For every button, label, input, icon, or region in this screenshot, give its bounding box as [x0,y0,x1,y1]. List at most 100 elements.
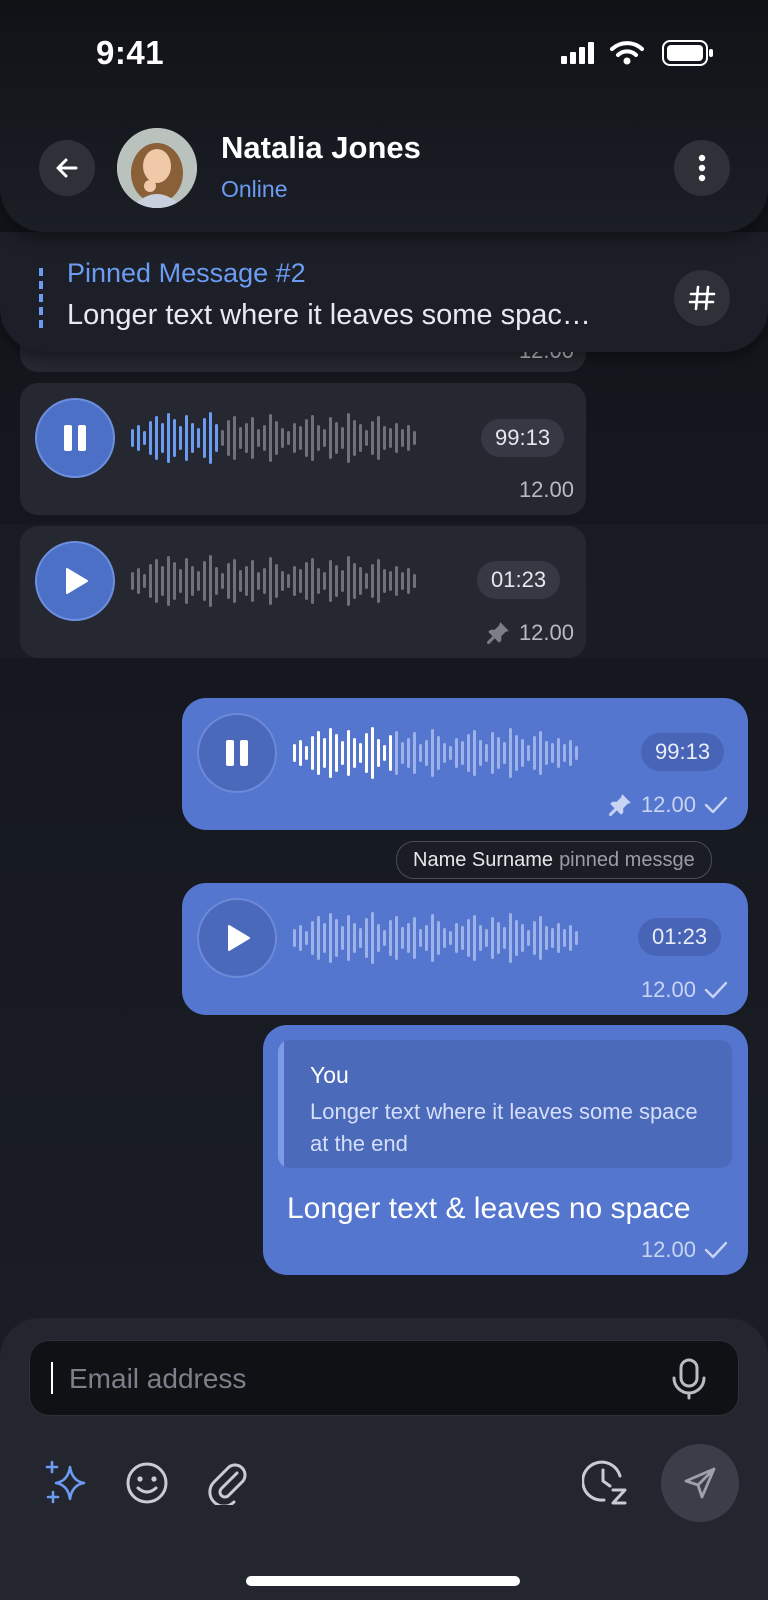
waveform-bar [323,923,326,953]
waveform-bar [503,742,506,764]
waveform-bar [197,428,200,448]
emoji-icon[interactable] [125,1461,169,1510]
voice-waveform[interactable] [293,725,578,781]
waveform-bar [155,559,158,603]
waveform-bar [395,731,398,775]
waveform-bar [275,421,278,455]
waveform-bar [293,423,296,453]
waveform-bar [281,428,284,448]
pinned-message-bar[interactable] [0,232,768,352]
battery-icon [662,40,714,71]
reply-quote[interactable]: You Longer text where it leaves some spa… [278,1040,732,1168]
waveform-bar [263,425,266,451]
waveform-bar [377,739,380,767]
waveform-bar [359,424,362,452]
voice-waveform[interactable] [293,910,578,966]
waveform-bar [179,569,182,593]
play-icon [228,925,250,951]
waveform-bar [497,922,500,954]
message-meta: 12.00 [641,1237,728,1263]
pause-button[interactable] [37,400,113,476]
waveform-bar [287,431,290,445]
message-outgoing-reply[interactable]: You Longer text where it leaves some spa… [263,1025,748,1275]
paperclip-icon[interactable] [207,1459,249,1510]
waveform-bar [161,566,164,596]
waveform-bar [293,929,296,947]
message-outgoing-voice[interactable]: 01:23 12.00 [182,883,748,1015]
voice-duration: 01:23 [477,561,561,599]
waveform-bar [413,431,416,445]
microphone-icon[interactable] [669,1358,709,1405]
waveform-bar [545,741,548,765]
waveform-bar [353,563,356,599]
message-input[interactable] [67,1354,651,1404]
message-time: 12.00 [518,477,574,502]
waveform-bar [527,930,530,946]
home-indicator[interactable] [246,1576,520,1586]
waveform-bar [245,423,248,453]
message-input-box[interactable] [29,1340,739,1416]
voice-duration: 01:23 [638,918,722,956]
waveform-bar [491,917,494,959]
waveform-bar [365,733,368,773]
waveform-bar [185,415,188,461]
waveform-bar [317,568,320,594]
waveform-bar [335,919,338,957]
avatar[interactable] [117,128,197,208]
waveform-bar [413,732,416,774]
back-button[interactable] [39,140,95,196]
waveform-bar [407,923,410,953]
waveform-bar [509,913,512,963]
pause-button[interactable] [199,715,275,791]
waveform-bar [569,925,572,951]
waveform-bar [179,426,182,450]
message-outgoing-voice[interactable]: 99:13 12.00 [182,698,748,830]
waveform-bar [383,930,386,946]
waveform-bar [341,570,344,592]
pinned-list-button[interactable] [674,270,730,326]
waveform-bar [407,738,410,768]
reply-quote-bar [278,1040,284,1168]
contact-name[interactable]: Natalia Jones [221,130,421,166]
system-notice-action: pinned messge [559,848,695,871]
waveform-bar [299,426,302,450]
play-button[interactable] [199,900,275,976]
waveform-bar [251,560,254,602]
more-button[interactable] [674,140,730,196]
waveform-bar [413,917,416,959]
waveform-bar [389,428,392,448]
waveform-bar [203,561,206,601]
waveform-bar [341,926,344,950]
waveform-bar [557,738,560,768]
waveform-bar [371,912,374,964]
send-button[interactable] [661,1444,739,1522]
waveform-bar [365,430,368,446]
play-button[interactable] [37,543,113,619]
waveform-bar [329,728,332,778]
waveform-bar [191,423,194,453]
waveform-bar [395,566,398,596]
waveform-bar [269,557,272,605]
voice-waveform[interactable] [131,410,416,466]
waveform-bar [305,419,308,457]
schedule-clock-icon[interactable] [581,1458,630,1511]
message-incoming-voice[interactable]: 99:13 12.00 [20,383,586,515]
waveform-bar [461,926,464,950]
sparkles-icon[interactable] [44,1459,90,1510]
waveform-bar [299,569,302,593]
waveform-bar [419,744,422,762]
waveform-bar [185,558,188,604]
waveform-bar [485,929,488,947]
waveform-bar [515,735,518,771]
waveform-bar [569,740,572,766]
waveform-bar [317,425,320,451]
waveform-bar [515,920,518,956]
waveform-bar [239,427,242,449]
message-incoming-voice[interactable]: 01:23 12.00 [20,526,586,658]
hashtag-icon [688,285,716,311]
waveform-bar [215,424,218,452]
message-meta: 12.00 [607,792,728,818]
waveform-bar [173,562,176,600]
waveform-bar [311,736,314,770]
voice-waveform[interactable] [131,553,416,609]
